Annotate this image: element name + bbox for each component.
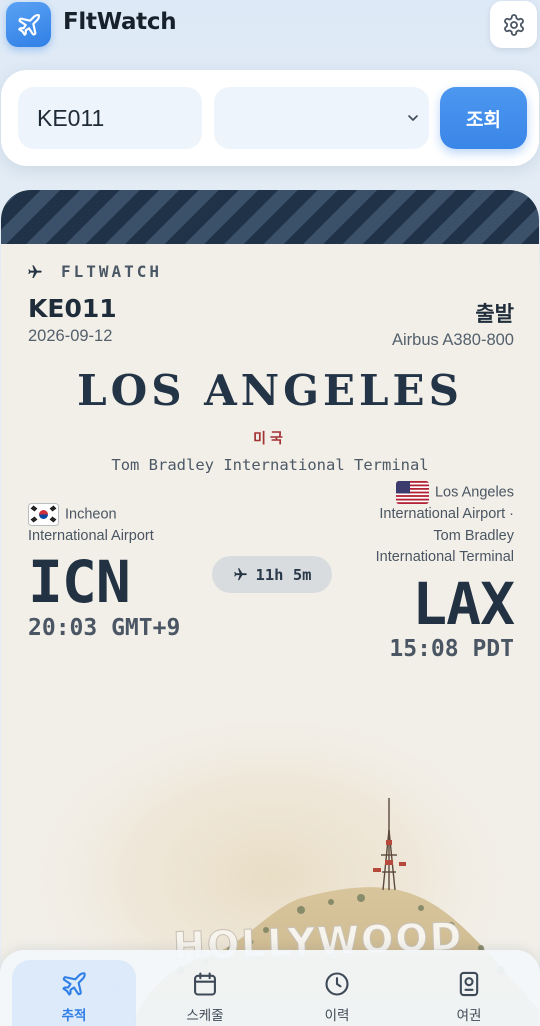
plane-icon xyxy=(62,972,86,996)
destination-city: LOS ANGELES xyxy=(77,366,463,415)
flight-number: KE011 xyxy=(28,294,117,323)
flight-number-input[interactable] xyxy=(18,87,202,149)
origin-airport-line2: International Airport xyxy=(28,528,154,544)
nav-label: 여권 xyxy=(456,1008,482,1024)
app-logo xyxy=(6,2,51,47)
destination-airport-line2: International Airport · xyxy=(379,506,514,522)
plane-icon xyxy=(28,264,42,278)
plane-icon xyxy=(233,568,247,581)
origin-airport-line1: Incheon xyxy=(65,506,117,523)
destination-airport-line3: Tom Bradley xyxy=(433,527,514,544)
ticket-brand: FLTWATCH xyxy=(27,262,162,281)
chevron-down-icon xyxy=(408,115,418,121)
search-card: 조회 xyxy=(1,70,539,166)
flight-ticket-card: FLTWATCH KE011 2026-09-12 출발 Airbus A380… xyxy=(1,190,539,1026)
ticket-stripe-band xyxy=(1,190,539,244)
clock-icon xyxy=(325,972,349,996)
destination-terminal: Tom Bradley International Terminal xyxy=(111,456,429,474)
nav-item-schedule[interactable]: 스케줄 xyxy=(143,960,267,1026)
nav-item-passport[interactable]: 여권 xyxy=(407,960,531,1026)
passport-icon xyxy=(459,971,479,997)
nav-label: 스케줄 xyxy=(186,1008,224,1024)
nav-item-history[interactable]: 이력 xyxy=(275,960,399,1026)
korea-flag-icon xyxy=(28,503,59,526)
gear-icon xyxy=(503,13,524,36)
app-header: FltWatch xyxy=(0,0,540,56)
ticket-brand-text: FLTWATCH xyxy=(61,262,163,281)
destination-airport-line1: Los Angeles xyxy=(434,484,514,501)
plane-icon xyxy=(17,13,40,36)
origin-code: ICN xyxy=(28,548,131,616)
destination-airport-line4: International Terminal xyxy=(375,549,514,565)
duration-text: 11h 5m xyxy=(255,565,312,584)
destination-code: LAX xyxy=(412,570,515,638)
query-button[interactable]: 조회 xyxy=(440,87,527,149)
duration-badge: 11h 5m xyxy=(212,556,332,593)
destination-airport-name: Los Angeles International Airport · Tom … xyxy=(334,481,514,569)
bottom-nav: 추적 스케줄 이력 여권 xyxy=(0,950,540,1026)
origin-time: 20:03 GMT+9 xyxy=(28,615,181,641)
origin-airport-name: Incheon International Airport xyxy=(28,503,198,547)
date-select[interactable] xyxy=(214,87,429,149)
calendar-icon xyxy=(194,972,216,996)
flight-status: 출발 xyxy=(475,302,514,326)
settings-button[interactable] xyxy=(490,1,537,48)
nav-label: 이력 xyxy=(324,1008,350,1024)
app-title: FltWatch xyxy=(63,9,177,35)
aircraft-type: Airbus A380-800 xyxy=(391,331,514,349)
flight-date: 2026-09-12 xyxy=(28,327,113,345)
nav-label: 추적 xyxy=(61,1008,87,1024)
nav-item-track[interactable]: 추적 xyxy=(12,960,136,1026)
destination-country: 미국 xyxy=(253,431,287,447)
usa-flag-icon xyxy=(395,481,429,504)
destination-time: 15:08 PDT xyxy=(389,636,514,662)
